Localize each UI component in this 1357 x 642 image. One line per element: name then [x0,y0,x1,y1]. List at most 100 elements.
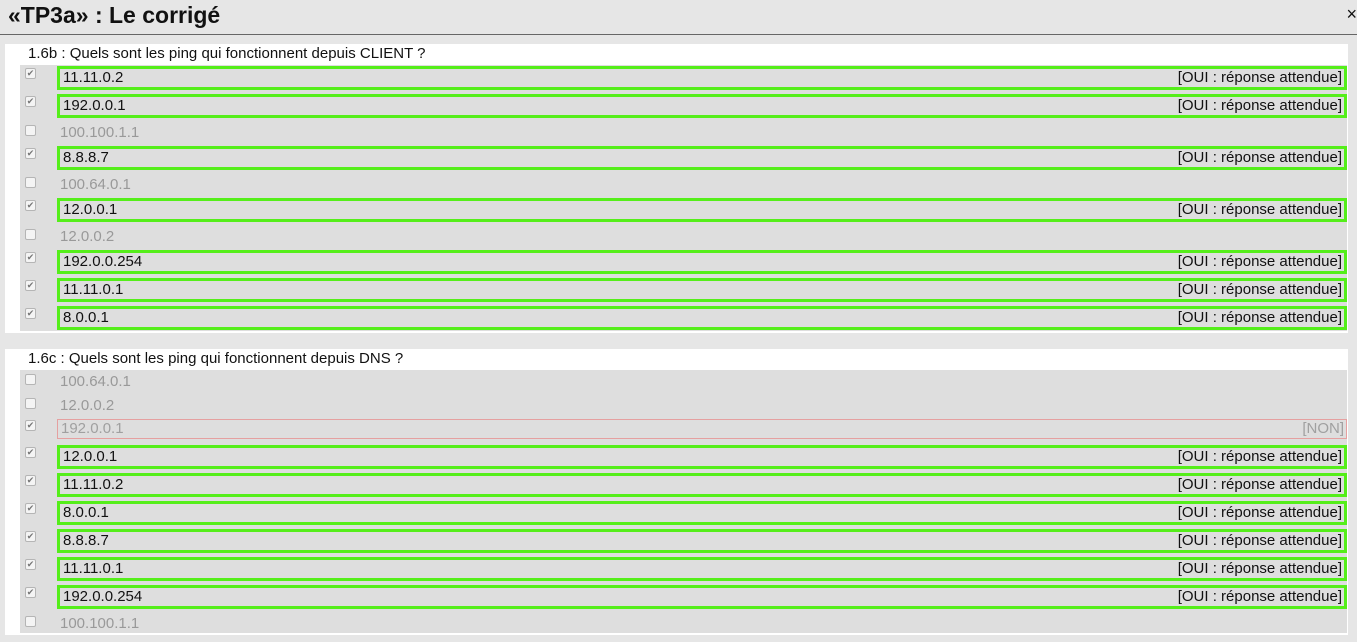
answer-label: 12.0.0.2 [60,228,115,245]
checkbox-checked[interactable]: ✔ [25,447,36,458]
page-title: «TP3a» : Le corrigé [8,2,221,28]
answer-row: 100.64.0.1 [20,370,1347,394]
checkbox-checked[interactable]: ✔ [25,587,36,598]
checkbox-checked[interactable]: ✔ [25,148,36,159]
answer-row: ✔ 192.0.0.254 [OUI : réponse attendue] [20,584,1347,612]
correct-answer-frame: 192.0.0.254 [OUI : réponse attendue] [57,585,1347,609]
correct-answer-frame: 12.0.0.1 [OUI : réponse attendue] [57,198,1347,222]
correct-answer-frame: 192.0.0.254 [OUI : réponse attendue] [57,250,1347,274]
answer-verdict: [OUI : réponse attendue] [1177,560,1342,577]
answer-verdict: [OUI : réponse attendue] [1177,532,1342,549]
checkbox-checked[interactable]: ✔ [25,420,36,431]
answer-row: ✔ 192.0.0.1 [NON] [20,418,1347,444]
question-1-6c: 1.6c : Quels sont les ping qui fonctionn… [5,349,1348,635]
answer-verdict: [OUI : réponse attendue] [1177,253,1342,270]
answer-label: 8.0.0.1 [63,309,109,326]
answer-verdict: [OUI : réponse attendue] [1177,97,1342,114]
answer-verdict: [OUI : réponse attendue] [1177,448,1342,465]
checkbox-checked[interactable]: ✔ [25,559,36,570]
answer-verdict: [OUI : réponse attendue] [1177,588,1342,605]
answer-row: 100.100.1.1 [20,121,1347,145]
checkbox-checked[interactable]: ✔ [25,475,36,486]
answer-list: ✔ 11.11.0.2 [OUI : réponse attendue] ✔ 192.0… [20,65,1347,331]
answer-row: ✔ 8.0.0.1 [OUI : réponse attendue] [20,500,1347,528]
answer-row: ✔ 8.0.0.1 [OUI : réponse attendue] [20,305,1347,333]
answer-label: 11.11.0.1 [63,560,124,577]
answer-label: 192.0.0.1 [63,97,126,114]
answer-verdict: [OUI : réponse attendue] [1177,476,1342,493]
checkbox-checked[interactable]: ✔ [25,68,36,79]
correct-answer-frame: 8.8.8.7 [OUI : réponse attendue] [57,529,1347,553]
answer-row: ✔ 8.8.8.7 [OUI : réponse attendue] [20,145,1347,173]
answer-label: 100.64.0.1 [60,176,131,193]
checkbox-checked[interactable]: ✔ [25,308,36,319]
title-bar: «TP3a» : Le corrigé × [0,0,1357,35]
answer-row: ✔ 11.11.0.2 [OUI : réponse attendue] [20,65,1347,93]
answer-row: ✔ 192.0.0.1 [OUI : réponse attendue] [20,93,1347,121]
correct-answer-frame: 12.0.0.1 [OUI : réponse attendue] [57,445,1347,469]
correct-answer-frame: 11.11.0.2 [OUI : réponse attendue] [57,473,1347,497]
answer-label: 100.64.0.1 [60,373,131,390]
answer-label: 100.100.1.1 [60,615,140,632]
checkbox-unchecked[interactable] [25,616,36,627]
answer-frame: 100.64.0.1 [57,370,1347,394]
checkbox-checked[interactable]: ✔ [25,280,36,291]
answer-label: 100.100.1.1 [60,124,140,141]
correct-answer-frame: 192.0.0.1 [OUI : réponse attendue] [57,94,1347,118]
answer-row: ✔ 11.11.0.1 [OUI : réponse attendue] [20,556,1347,584]
correct-answer-frame: 8.8.8.7 [OUI : réponse attendue] [57,146,1347,170]
checkbox-checked[interactable]: ✔ [25,252,36,263]
answer-frame: 100.64.0.1 [57,173,1347,197]
answer-row: 12.0.0.2 [20,394,1347,418]
answer-row: 100.100.1.1 [20,612,1347,636]
answer-label: 8.8.8.7 [63,149,109,166]
answer-label: 192.0.0.254 [63,588,143,605]
answer-frame: 100.100.1.1 [57,612,1347,636]
answer-frame: 12.0.0.2 [57,394,1347,418]
question-title: 1.6c : Quels sont les ping qui fonctionn… [28,350,404,367]
answer-label: 11.11.0.1 [63,281,124,298]
checkbox-checked[interactable]: ✔ [25,531,36,542]
correct-answer-frame: 11.11.0.2 [OUI : réponse attendue] [57,66,1347,90]
answer-label: 192.0.0.1 [61,420,124,437]
checkbox-unchecked[interactable] [25,374,36,385]
answer-row: 12.0.0.2 [20,225,1347,249]
answer-row: ✔ 192.0.0.254 [OUI : réponse attendue] [20,249,1347,277]
answer-label: 8.8.8.7 [63,532,109,549]
answer-label: 192.0.0.254 [63,253,143,270]
answer-label: 11.11.0.2 [63,69,124,86]
answer-row: ✔ 11.11.0.2 [OUI : réponse attendue] [20,472,1347,500]
correct-answer-frame: 11.11.0.1 [OUI : réponse attendue] [57,278,1347,302]
question-1-6b: 1.6b : Quels sont les ping qui fonctionn… [5,44,1348,333]
checkbox-checked[interactable]: ✔ [25,96,36,107]
checkbox-unchecked[interactable] [25,177,36,188]
close-icon[interactable]: × [1345,2,1357,26]
answer-frame: 100.100.1.1 [57,121,1347,145]
answer-verdict: [OUI : réponse attendue] [1177,504,1342,521]
checkbox-checked[interactable]: ✔ [25,200,36,211]
correct-answer-frame: 11.11.0.1 [OUI : réponse attendue] [57,557,1347,581]
correct-answer-frame: 8.0.0.1 [OUI : réponse attendue] [57,501,1347,525]
checkbox-checked[interactable]: ✔ [25,503,36,514]
answer-row: ✔ 12.0.0.1 [OUI : réponse attendue] [20,197,1347,225]
wrong-answer-frame: 192.0.0.1 [NON] [57,419,1347,439]
answer-label: 12.0.0.1 [63,448,118,465]
checkbox-unchecked[interactable] [25,125,36,136]
answer-label: 8.0.0.1 [63,504,109,521]
answer-label: 12.0.0.1 [63,201,118,218]
answer-list: 100.64.0.1 12.0.0.2 ✔ 192.0.0.1 [NON] ✔ 12.0.0… [20,370,1347,633]
checkbox-unchecked[interactable] [25,398,36,409]
answer-row: 100.64.0.1 [20,173,1347,197]
answer-verdict: [OUI : réponse attendue] [1177,201,1342,218]
answer-row: ✔ 11.11.0.1 [OUI : réponse attendue] [20,277,1347,305]
answer-row: ✔ 12.0.0.1 [OUI : réponse attendue] [20,444,1347,472]
checkbox-unchecked[interactable] [25,229,36,240]
answer-verdict: [OUI : réponse attendue] [1177,69,1342,86]
answer-frame: 12.0.0.2 [57,225,1347,249]
question-title: 1.6b : Quels sont les ping qui fonctionn… [28,45,426,62]
answer-verdict: [OUI : réponse attendue] [1177,309,1342,326]
answer-label: 11.11.0.2 [63,476,124,493]
answer-row: ✔ 8.8.8.7 [OUI : réponse attendue] [20,528,1347,556]
correct-answer-frame: 8.0.0.1 [OUI : réponse attendue] [57,306,1347,330]
answer-verdict: [OUI : réponse attendue] [1177,149,1342,166]
